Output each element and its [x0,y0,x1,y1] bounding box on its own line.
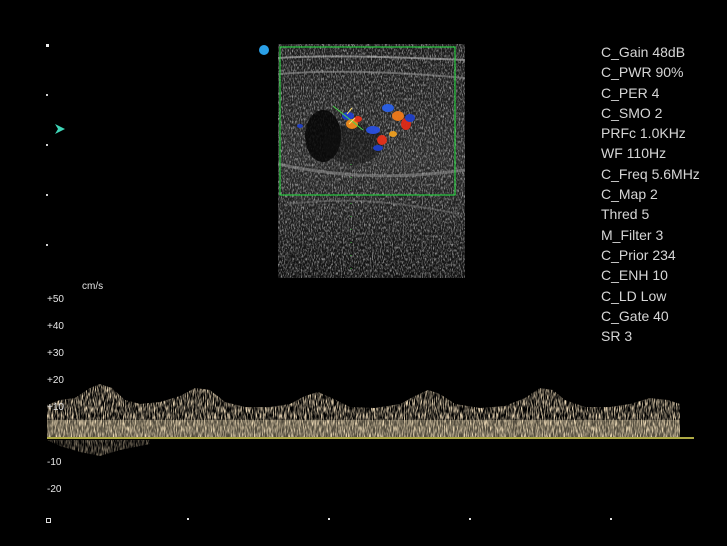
param-item: C_Gain 48dB [601,44,686,60]
depth-dot [46,144,48,146]
depth-dot [46,44,49,47]
velocity-tick: +20 [47,375,64,386]
spectral-doppler-trace [47,384,694,456]
param-item: Thred 5 [601,206,650,223]
time-dot [610,518,612,520]
time-dot [469,518,471,520]
velocity-tick: +10 [47,402,64,413]
param-item: M_Filter 3 [601,226,664,243]
param-item: WF 110Hz [601,145,667,162]
depth-marker-icon [55,124,65,134]
time-dot [328,518,330,520]
bmode-image [278,44,465,278]
param-item: PRFc 1.0KHz [601,125,686,142]
velocity-tick: -10 [47,457,62,468]
velocity-tick: +50 [47,294,64,305]
param-item: C_PER 4 [601,84,660,101]
time-dot [187,518,189,520]
param-item: C_Map 2 [601,186,658,203]
focus-marker-icon [259,45,269,55]
param-item: C_PWR 90% [601,64,684,81]
param-item: C_Prior 234 [601,246,676,263]
depth-dot [46,94,48,96]
param-item: C_Freq 5.6MHz [601,165,700,182]
depth-dot [46,194,48,196]
param-item: C_SMO 2 [601,104,663,121]
velocity-tick: +30 [47,348,64,359]
velocity-tick: +40 [47,321,64,332]
depth-dot [46,244,48,246]
velocity-unit-label: cm/s [82,281,104,292]
velocity-tick: -20 [47,484,62,495]
time-dot [46,518,51,523]
